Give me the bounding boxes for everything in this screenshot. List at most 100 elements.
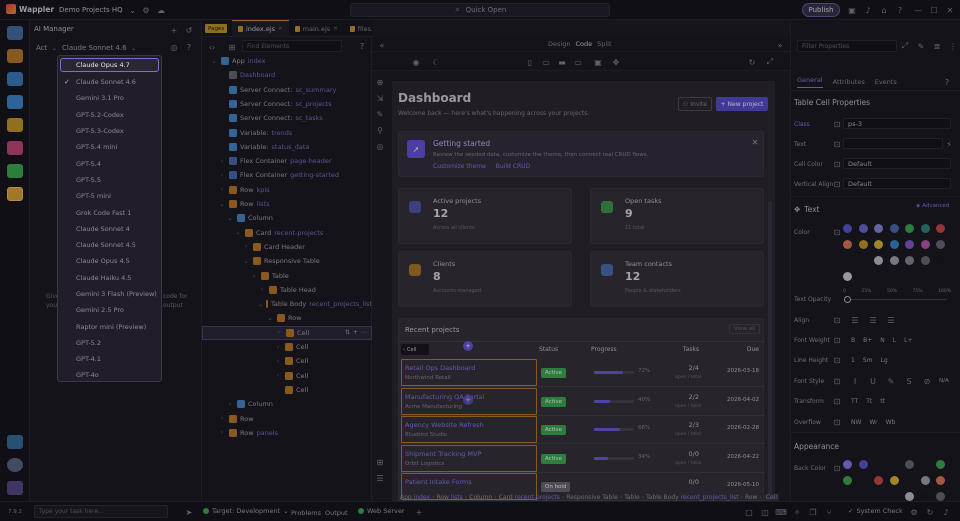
opacity-slider[interactable] [847,299,947,300]
pin-icon[interactable]: ⚲ [374,124,386,136]
color-swatch[interactable] [936,492,945,501]
bind-icon[interactable]: ⊡ [831,118,843,130]
bind-icon[interactable]: ⊡ [831,178,843,190]
eye-icon[interactable]: ◎ [374,140,386,152]
strike-icon[interactable]: S [903,375,915,387]
refresh-icon[interactable]: ↻ [746,56,758,68]
tree-node[interactable]: Cell [202,383,372,397]
cloud-icon[interactable]: ☁ [155,4,167,16]
chevron-down-icon[interactable]: ⌄ [226,215,234,222]
transform-option[interactable]: Tt [866,398,872,405]
lightning-icon[interactable]: ⚡ [943,138,955,150]
color-swatch[interactable] [936,240,945,249]
ai-robot-icon[interactable] [7,187,23,201]
color-swatch[interactable] [843,240,852,249]
line-height-option[interactable]: Sm [863,357,873,364]
model-option[interactable]: GPT-5.4 [58,155,161,171]
lock-icon[interactable]: ⌂ [878,4,890,16]
insert-plus-icon[interactable]: + [463,395,473,405]
chevron-down-icon[interactable]: ⌄ [258,301,263,308]
color-swatch[interactable] [889,224,899,233]
external-icon[interactable]: ⤢ [764,56,776,68]
model-option[interactable]: GPT-5.5 [58,172,161,188]
model-option[interactable]: GPT-4o [58,367,161,383]
model-option[interactable]: Claude Sonnet 4 [58,221,161,237]
send-icon[interactable]: ➤ [183,506,195,518]
project-name[interactable]: Retail Ops Dashboard [405,364,475,372]
chevron-right-icon[interactable]: › [226,401,234,408]
file-tab[interactable]: index.ejs ✕ [232,20,289,37]
class-input[interactable]: ps-3 [843,118,951,129]
chevron-down-icon[interactable]: ⌄ [218,201,226,208]
chevron-right-icon[interactable]: › [274,344,282,351]
more-icon[interactable]: ⋮ [947,40,959,52]
transform-option[interactable]: TT [851,398,858,405]
align-center-icon[interactable]: ☰ [867,314,879,326]
bind-icon[interactable]: ⊡ [831,314,843,326]
font-weight-option[interactable]: L+ [904,337,912,344]
add-icon[interactable]: + [413,506,425,518]
breadcrumb-item[interactable]: Responsive Table [566,494,617,501]
color-swatch[interactable] [874,256,883,265]
chevron-right-icon[interactable]: › [242,243,250,250]
align-left-icon[interactable]: ☰ [849,314,861,326]
filter-properties-input[interactable]: Filter Properties [797,40,897,52]
web-server-toggle[interactable]: Web Server [358,507,405,515]
chevron-down-icon[interactable]: ⌄ [266,315,274,322]
tree-node[interactable]: ⌄ Column [202,211,372,225]
color-swatch[interactable] [905,256,914,265]
cell-selection-chip[interactable]: ‹ Cell [401,344,429,355]
model-option[interactable]: Claude Opus 4.7 [60,58,159,72]
settings-icon[interactable]: ⚙ [908,506,920,518]
move-icon[interactable]: ⇲ [374,92,386,104]
mode-tab-design[interactable]: Design [548,40,570,48]
puzzle-icon[interactable]: ✧ [791,506,803,518]
model-option[interactable]: Gemini 3.1 Pro [58,90,161,106]
table-row[interactable]: Retail Ops Dashboard Northwind Retail Acti… [399,359,765,387]
underline-icon[interactable]: U [867,375,879,387]
problems-tab[interactable]: Problems [291,509,321,517]
model-option[interactable]: Claude Sonnet 4.5 [58,237,161,253]
bind-icon[interactable]: ⊡ [831,395,843,407]
layers-icon[interactable]: ≣ [931,40,943,52]
mode-tab-split[interactable]: Split [597,40,611,48]
transform-option[interactable]: tt [880,398,885,405]
output-tab[interactable]: Output [325,509,348,517]
tree-node[interactable]: ⌄ Card recent-projects [202,226,372,240]
tree-node[interactable]: Variable: trends [202,126,372,140]
close-icon[interactable]: ✕ [944,4,956,16]
target-selector[interactable]: Target: Development ⌄ [203,507,289,515]
chevron-right-icon[interactable]: › [258,286,266,293]
drag-handle-icon[interactable]: ⇅ [345,329,350,336]
overflow-option[interactable]: Wr [869,419,877,426]
workflow-icon[interactable] [7,72,23,86]
breadcrumb-item[interactable]: Table Body recent_projects_list [646,494,738,501]
layout-icon[interactable]: ▣ [846,4,858,16]
color-swatch[interactable] [936,256,945,265]
highlight-icon[interactable]: ✎ [885,375,897,387]
tree-node[interactable]: › Row panels [202,426,372,440]
breadcrumb-item[interactable]: Row [745,494,757,501]
model-option[interactable]: GPT-5.2-Codex [58,107,161,123]
chevron-right-icon[interactable]: › [218,429,226,436]
advanced-toggle[interactable]: ◈ Advanced [916,203,949,209]
cell-color-select[interactable]: Default [843,158,951,169]
structure-icon[interactable]: ⊞ [226,41,238,53]
font-weight-option[interactable]: N [880,337,885,344]
dark-mode-icon[interactable]: ☾ [430,56,442,68]
model-option[interactable]: GPT-5.4 mini [58,139,161,155]
color-swatch[interactable] [920,492,930,501]
tree-node[interactable]: › Cell [202,369,372,383]
tree-node[interactable]: Dashboard [202,68,372,82]
chevron-right-icon[interactable]: › [218,172,226,179]
tree-node[interactable]: › Flex Container page-header [202,154,372,168]
add-icon[interactable]: + [353,329,358,336]
tree-node[interactable]: ⌄ Table [202,269,372,283]
bind-icon[interactable]: ⊡ [831,138,843,150]
laptop-icon[interactable]: ▬ [556,56,568,68]
color-swatch[interactable] [874,224,883,233]
quick-open-bar[interactable]: ⌕ Quick Open [350,3,610,17]
color-swatch[interactable] [905,460,914,469]
palette-icon[interactable]: ✎ [915,40,927,52]
tree-node[interactable]: Variable: status_data [202,140,372,154]
